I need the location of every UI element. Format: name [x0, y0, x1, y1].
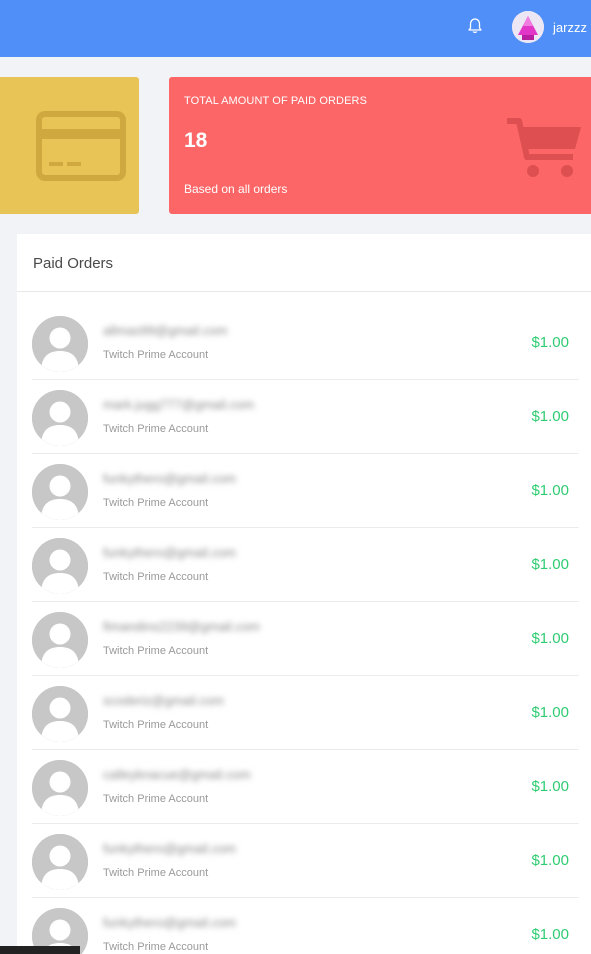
customer-avatar-icon: [32, 760, 88, 816]
divider: [17, 291, 591, 292]
shopping-cart-icon: [505, 115, 583, 186]
order-price: $1.00: [531, 704, 569, 721]
stat-subtitle: Based on all orders: [184, 182, 288, 196]
user-avatar[interactable]: [512, 11, 544, 43]
customer-email: scoderiz@gmail.com: [103, 693, 224, 708]
customer-avatar-icon: [32, 686, 88, 742]
order-price: $1.00: [531, 630, 569, 647]
username-label[interactable]: jarzzz: [553, 20, 587, 35]
product-name: Twitch Prime Account: [103, 719, 209, 731]
product-name: Twitch Prime Account: [103, 349, 209, 361]
customer-email: funkythero@gmail.com: [103, 545, 237, 560]
product-name: Twitch Prime Account: [103, 793, 209, 805]
customer-avatar-icon: [32, 538, 88, 594]
stat-card-yellow: [0, 77, 139, 214]
customer-avatar-icon: [32, 390, 88, 446]
customer-email: mark.jugg777@gmail.com: [103, 397, 255, 412]
customer-email: funkythero@gmail.com: [103, 915, 237, 930]
product-name: Twitch Prime Account: [103, 571, 209, 583]
customer-email: calleyknacue@gmail.com: [103, 767, 251, 782]
order-price: $1.00: [531, 334, 569, 351]
customer-email: fimandins2239@gmail.com: [103, 619, 260, 634]
stat-value: 18: [184, 129, 208, 152]
product-name: Twitch Prime Account: [103, 645, 209, 657]
order-row[interactable]: fimandins2239@gmail.com Twitch Prime Acco…: [32, 602, 579, 676]
customer-email: funkythero@gmail.com: [103, 841, 237, 856]
order-price: $1.00: [531, 778, 569, 795]
customer-avatar-icon: [32, 464, 88, 520]
order-row[interactable]: funkythero@gmail.com Twitch Prime Account…: [32, 898, 579, 954]
product-name: Twitch Prime Account: [103, 867, 209, 879]
customer-email: allmas99@gmail.com: [103, 323, 228, 338]
paid-orders-panel: Paid Orders allmas99@gmail.com Twitch Pri…: [17, 234, 591, 954]
order-row[interactable]: mark.jugg777@gmail.com Twitch Prime Accou…: [32, 380, 579, 454]
product-name: Twitch Prime Account: [103, 497, 209, 509]
customer-avatar-icon: [32, 834, 88, 890]
top-navbar: jarzzz: [0, 0, 591, 57]
order-row[interactable]: funkythero@gmail.com Twitch Prime Account…: [32, 528, 579, 602]
order-row[interactable]: allmas99@gmail.com Twitch Prime Account $1…: [32, 306, 579, 380]
order-price: $1.00: [531, 926, 569, 943]
order-row[interactable]: funkythero@gmail.com Twitch Prime Account…: [32, 454, 579, 528]
order-price: $1.00: [531, 482, 569, 499]
panel-title: Paid Orders: [33, 255, 114, 272]
stat-card-paid-orders: TOTAL AMOUNT OF PAID ORDERS 18 Based on …: [169, 77, 591, 214]
customer-avatar-icon: [32, 316, 88, 372]
customer-email: funkythero@gmail.com: [103, 471, 237, 486]
product-name: Twitch Prime Account: [103, 423, 209, 435]
order-price: $1.00: [531, 408, 569, 425]
stat-label: TOTAL AMOUNT OF PAID ORDERS: [184, 95, 368, 107]
order-price: $1.00: [531, 556, 569, 573]
customer-avatar-icon: [32, 612, 88, 668]
scrollbar-fragment: [0, 946, 80, 954]
order-row[interactable]: scoderiz@gmail.com Twitch Prime Account $1…: [32, 676, 579, 750]
product-name: Twitch Prime Account: [103, 941, 209, 953]
order-price: $1.00: [531, 852, 569, 869]
order-row[interactable]: calleyknacue@gmail.com Twitch Prime Accou…: [32, 750, 579, 824]
credit-card-icon: [36, 111, 126, 186]
order-row[interactable]: funkythero@gmail.com Twitch Prime Account…: [32, 824, 579, 898]
bell-icon[interactable]: [466, 17, 484, 35]
